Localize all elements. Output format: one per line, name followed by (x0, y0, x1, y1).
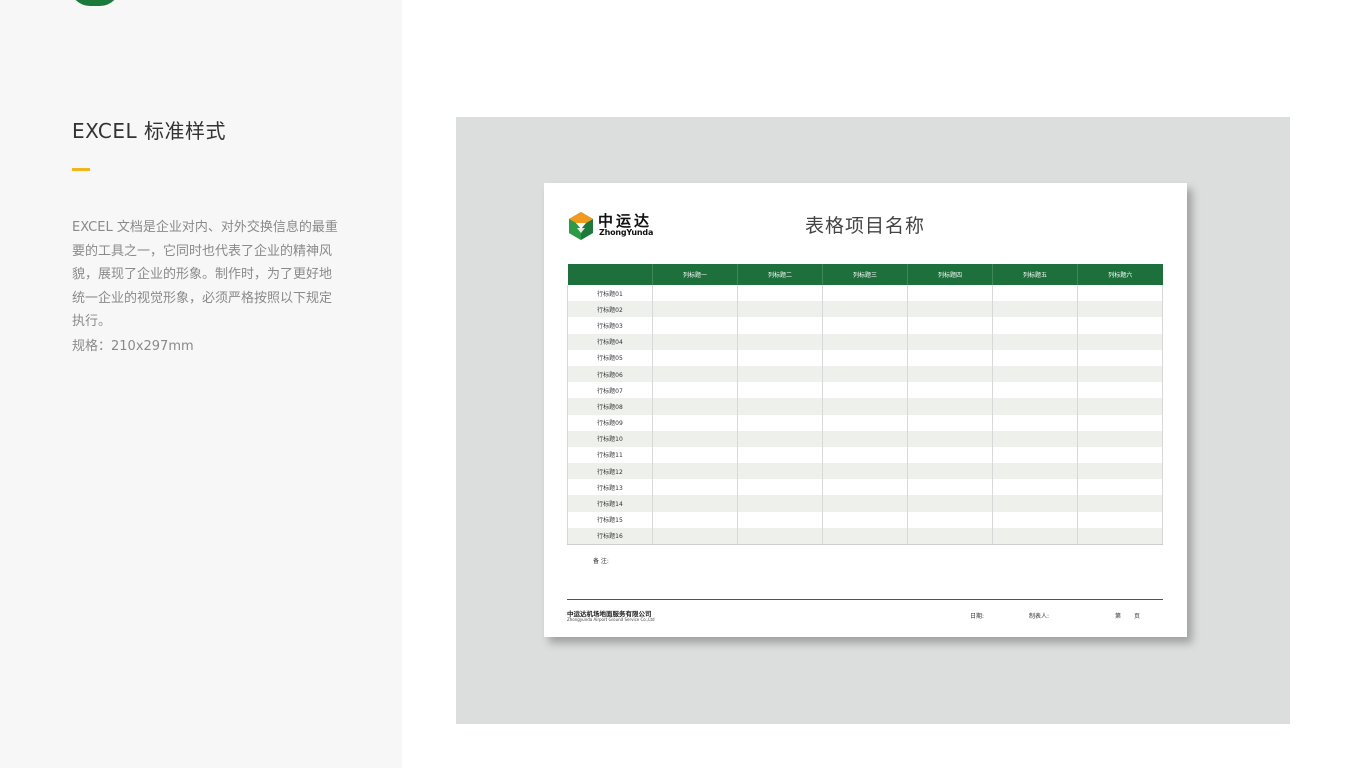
logo-name-en: ZhongYunda (599, 228, 654, 237)
slide: EXCEL 标准样式 EXCEL 文档是企业对内、对外交换信息的最重要的工具之一… (0, 0, 1366, 768)
column-header: 列标题二 (737, 264, 823, 285)
data-table: 列标题一 列标题二 列标题三 列标题四 列标题五 列标题六 行标题01 行标题0… (567, 264, 1163, 545)
table-row: 行标题05 (567, 349, 1163, 366)
row-header: 行标题07 (567, 382, 653, 399)
row-header: 行标题01 (567, 285, 653, 302)
table-row: 行标题06 (567, 365, 1163, 383)
row-header: 行标题15 (567, 511, 653, 528)
column-header: 列标题三 (822, 264, 908, 285)
column-header: 列标题一 (652, 264, 738, 285)
sheet-title: 表格项目名称 (804, 215, 925, 237)
section-description: EXCEL 文档是企业对内、对外交换信息的最重要的工具之一，它同时也代表了企业的… (72, 220, 338, 329)
footer-company-en: Zhongyunda Airport Ground Service Co.,Lt… (567, 617, 655, 622)
row-header: 行标题12 (567, 463, 653, 480)
row-header: 行标题04 (567, 333, 653, 350)
footer-page-prefix: 第 (1115, 613, 1122, 620)
table-row: 行标题04 (567, 333, 1163, 350)
row-header: 行标题05 (567, 349, 653, 366)
accent-divider (72, 168, 90, 171)
table-row: 行标题13 (567, 479, 1163, 496)
row-header: 行标题13 (567, 479, 653, 496)
left-panel: EXCEL 标准样式 EXCEL 文档是企业对内、对外交换信息的最重要的工具之一… (0, 0, 402, 768)
note-label: 备 注: (593, 558, 609, 565)
table-row: 行标题02 (567, 301, 1163, 318)
table-row: 行标题12 (567, 463, 1163, 480)
column-header: 列标题四 (907, 264, 993, 285)
excel-sheet-preview: 中运达 ZhongYunda 表格项目名称 列标题一 列标题二 列标题三 列标题… (544, 183, 1187, 637)
column-header: 列标题六 (1077, 264, 1163, 285)
row-header: 行标题03 (567, 317, 653, 334)
column-header: 列标题五 (992, 264, 1078, 285)
section-title: EXCEL 标准样式 (72, 119, 226, 143)
table-header-row: 列标题一 列标题二 列标题三 列标题四 列标题五 列标题六 (567, 264, 1163, 285)
row-header: 行标题02 (567, 301, 653, 318)
table-row: 行标题08 (567, 398, 1163, 415)
footer-divider (567, 599, 1163, 600)
hexagon-logo-icon (569, 212, 593, 240)
footer-date-label: 日期: (970, 613, 985, 620)
spec-text: 规格：210x297mm (72, 339, 194, 354)
row-header: 行标题16 (567, 527, 653, 545)
table-row: 行标题11 (567, 446, 1163, 464)
table-row: 行标题07 (567, 382, 1163, 399)
table-row: 行标题01 (567, 285, 1163, 302)
row-header: 行标题10 (567, 430, 653, 447)
row-header: 行标题14 (567, 495, 653, 512)
footer-author-label: 制表人: (1029, 613, 1050, 620)
company-logo: 中运达 ZhongYunda (567, 211, 687, 241)
table-row: 行标题14 (567, 495, 1163, 512)
row-header: 行标题08 (567, 398, 653, 415)
footer-page-suffix: 页 (1134, 613, 1141, 620)
row-header: 行标题09 (567, 414, 653, 431)
column-header (567, 264, 653, 285)
table-row: 行标题16 (567, 527, 1163, 545)
logo-circle-icon (70, 0, 120, 6)
table-row: 行标题10 (567, 430, 1163, 447)
row-header: 行标题11 (567, 446, 653, 464)
table-row: 行标题03 (567, 317, 1163, 334)
row-header: 行标题06 (567, 365, 653, 383)
table-row: 行标题15 (567, 511, 1163, 528)
table-row: 行标题09 (567, 414, 1163, 431)
